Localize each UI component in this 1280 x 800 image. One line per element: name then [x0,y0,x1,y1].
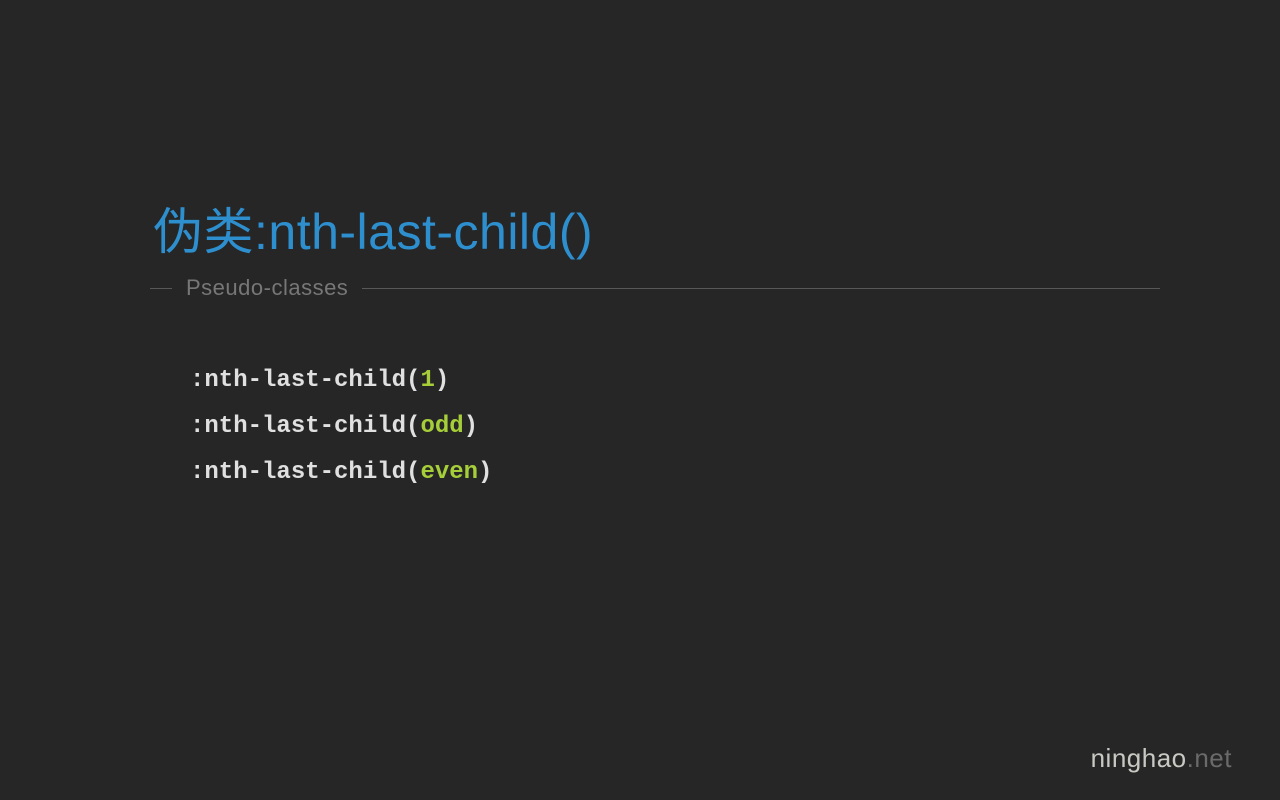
code-suffix: ) [464,413,478,440]
code-block: :nth-last-child(1) :nth-last-child(odd) … [190,358,492,496]
code-suffix: ) [435,367,449,394]
divider-right [362,288,1160,289]
code-arg: 1 [420,367,434,394]
watermark: ninghao.net [1091,743,1232,774]
divider-left [150,288,172,289]
code-prefix: :nth-last-child( [190,413,420,440]
watermark-main: ninghao [1091,743,1187,773]
slide-title: 伪类:nth-last-child() [153,192,593,264]
watermark-suffix: .net [1187,743,1232,773]
code-line: :nth-last-child(even) [190,450,492,496]
subtitle-divider: Pseudo-classes [150,275,1160,301]
code-line: :nth-last-child(odd) [190,404,492,450]
code-prefix: :nth-last-child( [190,459,420,486]
code-line: :nth-last-child(1) [190,358,492,404]
subtitle-label: Pseudo-classes [186,275,348,301]
code-arg: odd [420,413,463,440]
code-arg: even [420,459,478,486]
slide: 伪类:nth-last-child() Pseudo-classes :nth-… [0,0,1280,800]
code-suffix: ) [478,459,492,486]
code-prefix: :nth-last-child( [190,367,420,394]
